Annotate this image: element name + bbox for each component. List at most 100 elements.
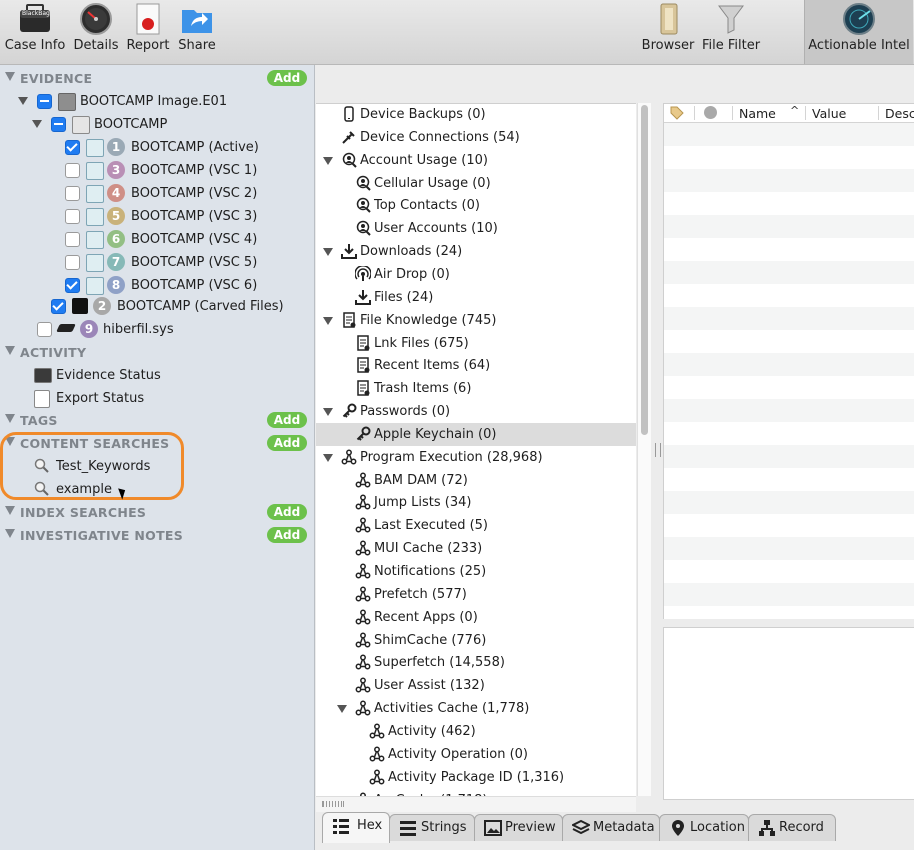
table-row[interactable] [664, 537, 914, 560]
tree-item[interactable]: Files (24) [316, 286, 636, 309]
splitter-grip-icon[interactable] [655, 443, 661, 457]
export-status-item[interactable]: Export Status [0, 387, 314, 409]
tree-item[interactable]: Lnk Files (675) [316, 332, 636, 355]
carved-files-row[interactable]: 2 BOOTCAMP (Carved Files) [0, 295, 314, 317]
table-row[interactable] [664, 284, 914, 307]
activity-section-header[interactable]: ACTIVITY [0, 341, 314, 363]
scrollbar-thumb[interactable] [641, 105, 648, 435]
tab-hex[interactable]: Hex [322, 812, 390, 843]
disclosure-triangle-icon[interactable] [5, 414, 15, 423]
tree-horizontal-scrollbar[interactable] [316, 796, 636, 813]
table-row[interactable] [664, 422, 914, 445]
tree-item[interactable]: User Accounts (10) [316, 217, 636, 240]
tree-item[interactable]: Last Executed (5) [316, 514, 636, 537]
sort-ascending-icon[interactable]: ^ [790, 104, 799, 117]
tree-item[interactable]: Activities Cache (1,778) [316, 697, 636, 720]
tree-item[interactable]: ShimCache (776) [316, 629, 636, 652]
table-row[interactable] [664, 215, 914, 238]
tree-item[interactable]: Activity Operation (0) [316, 743, 636, 766]
status-dot-icon[interactable] [704, 106, 717, 119]
snapshot-checkbox[interactable] [65, 186, 80, 201]
snapshot-row[interactable]: 7 BOOTCAMP (VSC 5) [0, 251, 314, 273]
pane-splitter[interactable] [651, 103, 663, 800]
table-row[interactable] [664, 399, 914, 422]
snapshot-checkbox[interactable] [65, 209, 80, 224]
table-row[interactable] [664, 123, 914, 146]
tree-item[interactable]: Activity (462) [316, 720, 636, 743]
tree-item[interactable]: Notifications (25) [316, 560, 636, 583]
disclosure-triangle-icon[interactable] [323, 408, 333, 417]
table-row[interactable] [664, 330, 914, 353]
table-row[interactable] [664, 353, 914, 376]
tree-item[interactable]: Apple Keychain (0) [316, 422, 636, 446]
tags-add-button[interactable]: Add [267, 412, 307, 428]
actionable-intel-button[interactable]: Actionable Intel [804, 0, 913, 64]
tab-location[interactable]: Location [659, 814, 749, 841]
disclosure-triangle-icon[interactable] [337, 705, 347, 714]
tree-item[interactable]: Jump Lists (34) [316, 491, 636, 514]
tree-item[interactable]: User Assist (132) [316, 674, 636, 697]
table-row[interactable] [664, 514, 914, 537]
tree-item[interactable]: BAM DAM (72) [316, 469, 636, 492]
tree-item[interactable]: Prefetch (577) [316, 583, 636, 606]
browser-button[interactable]: Browser [640, 0, 696, 64]
table-row[interactable] [664, 238, 914, 261]
hiberfil-checkbox[interactable] [37, 322, 52, 337]
table-row[interactable] [664, 307, 914, 330]
snapshot-checkbox[interactable] [65, 255, 80, 270]
disclosure-triangle-icon[interactable] [5, 506, 15, 515]
evidence-add-button[interactable]: Add [267, 70, 307, 86]
description-column-header[interactable]: Desc [885, 106, 914, 121]
tree-item[interactable]: Program Execution (28,968) [316, 446, 636, 469]
disclosure-triangle-icon[interactable] [5, 346, 15, 355]
tree-item[interactable]: MUI Cache (233) [316, 537, 636, 560]
tree-item[interactable]: Passwords (0) [316, 400, 636, 423]
snapshot-checkbox[interactable] [65, 232, 80, 247]
value-column-header[interactable]: Value [812, 106, 846, 121]
tab-strings[interactable]: Strings [389, 814, 475, 841]
file-filter-button[interactable]: File Filter [700, 0, 762, 64]
investigative-notes-section-header[interactable]: INVESTIGATIVE NOTES Add [0, 524, 314, 546]
tree-item[interactable]: Top Contacts (0) [316, 194, 636, 217]
table-row[interactable] [664, 192, 914, 215]
tab-preview[interactable]: Preview [474, 814, 563, 841]
tree-item[interactable]: Trash Items (6) [316, 377, 636, 400]
tree-item[interactable]: Device Backups (0) [316, 104, 636, 126]
name-column-header[interactable]: Name [739, 106, 776, 121]
snapshot-checkbox[interactable] [65, 163, 80, 178]
snapshot-row[interactable]: 3 BOOTCAMP (VSC 1) [0, 159, 314, 181]
investigative-notes-add-button[interactable]: Add [267, 527, 307, 543]
tag-icon[interactable] [670, 106, 684, 120]
snapshot-row[interactable]: 8 BOOTCAMP (VSC 6) [0, 274, 314, 296]
snapshot-row[interactable]: 6 BOOTCAMP (VSC 4) [0, 228, 314, 250]
tree-item[interactable]: Superfetch (14,558) [316, 651, 636, 674]
tags-section-header[interactable]: TAGS Add [0, 409, 314, 431]
tab-metadata[interactable]: Metadata [562, 814, 660, 841]
resize-grip-icon[interactable] [322, 801, 344, 807]
disclosure-triangle-icon[interactable] [323, 316, 333, 325]
details-button[interactable]: Details [70, 0, 122, 64]
tree-item[interactable]: Downloads (24) [316, 240, 636, 263]
content-searches-add-button[interactable]: Add [267, 435, 307, 451]
index-searches-add-button[interactable]: Add [267, 504, 307, 520]
image-checkbox[interactable] [37, 94, 52, 109]
volume-checkbox[interactable] [51, 117, 66, 132]
evidence-section-header[interactable]: EVIDENCE Add [0, 67, 314, 89]
snapshot-row[interactable]: 4 BOOTCAMP (VSC 2) [0, 182, 314, 204]
table-row[interactable] [664, 169, 914, 192]
snapshot-checkbox[interactable] [65, 278, 80, 293]
tree-scrollbar[interactable] [637, 103, 652, 796]
disclosure-triangle-icon[interactable] [18, 97, 28, 105]
snapshot-row[interactable]: 1 BOOTCAMP (Active) [0, 136, 314, 158]
disclosure-triangle-icon[interactable] [5, 72, 15, 81]
disclosure-triangle-icon[interactable] [32, 120, 42, 128]
disclosure-triangle-icon[interactable] [323, 156, 333, 165]
carved-files-checkbox[interactable] [51, 299, 66, 314]
index-searches-section-header[interactable]: INDEX SEARCHES Add [0, 501, 314, 523]
tree-item[interactable]: Account Usage (10) [316, 149, 636, 172]
table-row[interactable] [664, 146, 914, 169]
evidence-status-item[interactable]: Evidence Status [0, 364, 314, 386]
case-info-button[interactable]: BlackBag Case Info [2, 0, 68, 64]
snapshot-checkbox[interactable] [65, 140, 80, 155]
disclosure-triangle-icon[interactable] [5, 529, 15, 538]
